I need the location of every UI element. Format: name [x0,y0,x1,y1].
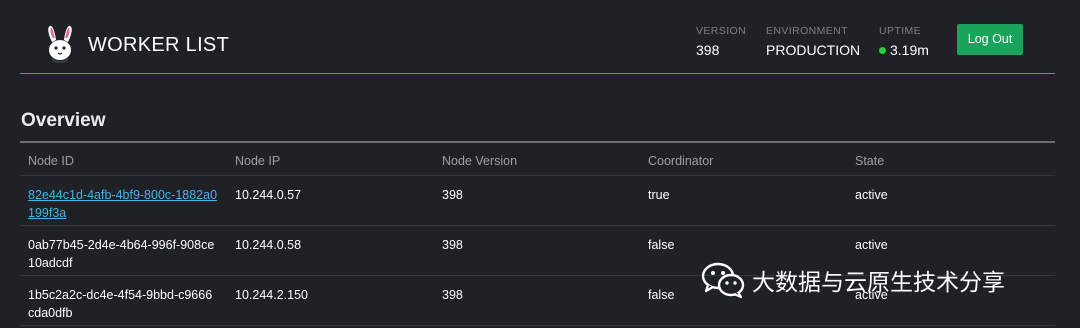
node-id: 1b5c2a2c-dc4e-4f54-9bbd-c9666cda0dfb [28,288,213,320]
logout-button[interactable]: Log Out [957,24,1023,55]
table-header-row: Node ID Node IP Node Version Coordinator… [20,143,1055,176]
node-version: 398 [442,188,463,202]
overview-heading: Overview [21,110,106,131]
uptime-value-wrap: 3.19m [879,42,929,58]
header: WORKER LIST VERSION 398 ENVIRONMENT PROD… [20,0,1055,74]
environment-value: PRODUCTION [766,42,861,58]
worker-list-page: WORKER LIST VERSION 398 ENVIRONMENT PROD… [0,0,1080,328]
page-title: WORKER LIST [88,34,230,56]
column-header-node-id: Node ID [28,154,74,168]
version-value: 398 [696,42,720,58]
column-header-node-version: Node Version [442,154,518,168]
uptime-value: 3.19m [890,42,929,58]
coordinator-value: false [648,288,675,302]
node-ip: 10.244.0.57 [235,188,302,202]
environment-block: ENVIRONMENT PRODUCTION [766,25,860,58]
node-ip: 10.244.2.150 [235,288,308,302]
column-header-coordinator: Coordinator [648,154,714,168]
node-ip: 10.244.0.58 [235,238,302,252]
column-header-node-ip: Node IP [235,154,281,168]
node-id-link[interactable]: 82e44c1d-4afb-4bf9-800c-1882a0199f3a [28,186,218,222]
watermark-text: 大数据与云原生技术分享 [752,270,1005,296]
uptime-block: UPTIME 3.19m [879,25,929,58]
node-id: 0ab77b45-2d4e-4b64-996f-908ce10adcdf [28,238,215,270]
version-label: VERSION [696,25,747,37]
environment-label: ENVIRONMENT [766,25,848,37]
node-version: 398 [442,288,463,302]
table-row: 82e44c1d-4afb-4bf9-800c-1882a0199f3a 10.… [20,176,1055,226]
status-dot-icon [879,46,886,54]
uptime-label: UPTIME [879,25,922,37]
coordinator-value: false [648,238,675,252]
wechat-icon [701,262,745,299]
state-value: active [855,238,888,252]
column-header-state: State [855,154,885,168]
version-block: VERSION 398 [696,25,746,58]
coordinator-value: true [648,188,670,202]
watermark: 大数据与云原生技术分享 [700,256,1005,304]
node-version: 398 [442,238,463,252]
bunny-logo-icon [48,25,72,63]
state-value: active [855,188,888,202]
